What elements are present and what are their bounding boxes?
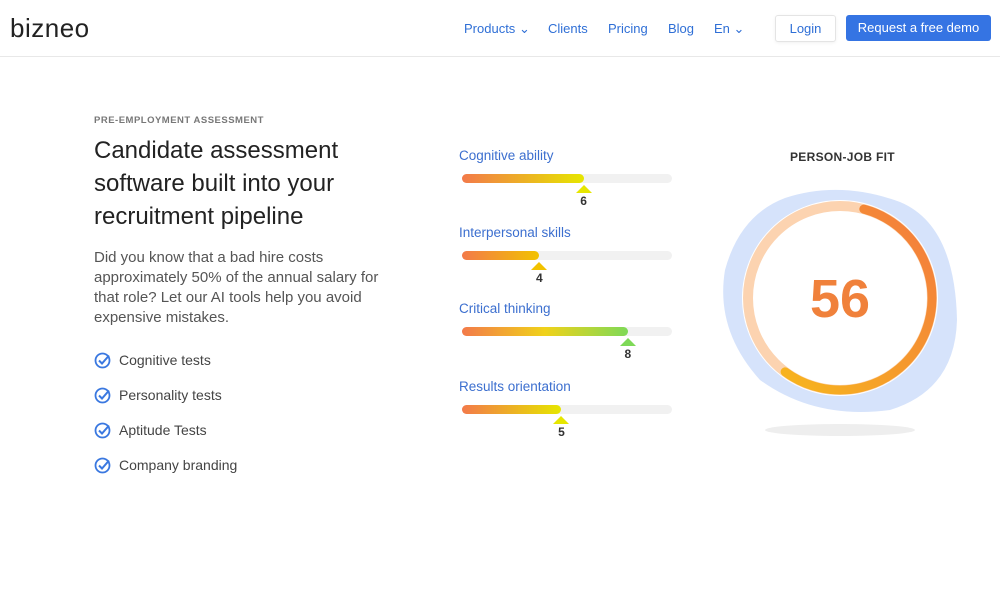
skill-label: Critical thinking (459, 301, 551, 316)
skill-label: Results orientation (459, 379, 571, 394)
skill-item: Results orientation 5 (459, 379, 679, 439)
skill-marker: 6 (569, 185, 599, 208)
login-button[interactable]: Login (775, 15, 836, 42)
feature-item: Personality tests (94, 387, 237, 422)
eyebrow: PRE-EMPLOYMENT ASSESSMENT (94, 115, 264, 126)
triangle-up-icon (619, 338, 636, 346)
skill-value: 6 (580, 194, 587, 208)
feature-item: Aptitude Tests (94, 422, 237, 457)
skill-marker: 8 (613, 338, 643, 361)
nav-language[interactable]: En ⌄ (714, 21, 744, 37)
skill-item: Critical thinking 8 (459, 301, 679, 361)
check-circle-icon (94, 457, 111, 474)
chevron-down-icon: ⌄ (518, 21, 530, 36)
skill-fill (462, 174, 584, 183)
skill-value: 5 (558, 425, 565, 439)
feature-label: Aptitude Tests (119, 422, 207, 438)
skill-track (462, 174, 672, 183)
skill-value: 8 (624, 347, 632, 361)
fit-score: 56 (809, 269, 871, 329)
skill-fill (462, 251, 540, 260)
nav-pricing[interactable]: Pricing (608, 21, 648, 36)
skill-item: Interpersonal skills 4 (459, 225, 679, 285)
feature-list: Cognitive tests Personality tests Aptitude… (94, 352, 237, 492)
nav-products[interactable]: Products ⌄ (464, 21, 530, 37)
fit-title: PERSON-JOB FIT (790, 150, 895, 164)
feature-label: Personality tests (119, 387, 222, 403)
chevron-down-icon: ⌄ (733, 21, 745, 36)
skill-fill (462, 405, 562, 414)
nav-blog[interactable]: Blog (668, 21, 694, 36)
nav-clients[interactable]: Clients (548, 21, 588, 36)
nav-label: En (714, 21, 730, 36)
feature-label: Company branding (119, 457, 238, 473)
skill-marker: 4 (524, 262, 554, 285)
skill-label: Interpersonal skills (459, 225, 571, 240)
feature-item: Cognitive tests (94, 352, 237, 387)
skill-marker: 5 (546, 416, 576, 439)
triangle-up-icon (575, 185, 592, 193)
page-title: Candidate assessment software built into… (94, 137, 339, 230)
skill-item: Cognitive ability 6 (459, 148, 679, 208)
check-circle-icon (94, 422, 111, 439)
check-circle-icon (94, 352, 111, 369)
nav-label: Products (464, 21, 516, 36)
hero-description: Did you know that a bad hire costs appro… (94, 249, 379, 326)
triangle-up-icon (553, 416, 570, 424)
check-circle-icon (94, 387, 111, 404)
skill-track (462, 251, 672, 260)
top-nav: bizneo Products ⌄ Clients Pricing Blog E… (0, 0, 1000, 57)
request-demo-button[interactable]: Request a free demo (846, 15, 991, 41)
feature-item: Company branding (94, 457, 237, 492)
skill-value: 4 (536, 271, 543, 285)
skill-track (462, 327, 672, 336)
logo[interactable]: bizneo (10, 13, 90, 44)
gauge-shadow (765, 424, 915, 436)
skill-track (462, 405, 672, 414)
skill-label: Cognitive ability (459, 148, 554, 163)
feature-label: Cognitive tests (119, 352, 211, 368)
triangle-up-icon (531, 262, 548, 270)
skill-fill (462, 327, 628, 336)
